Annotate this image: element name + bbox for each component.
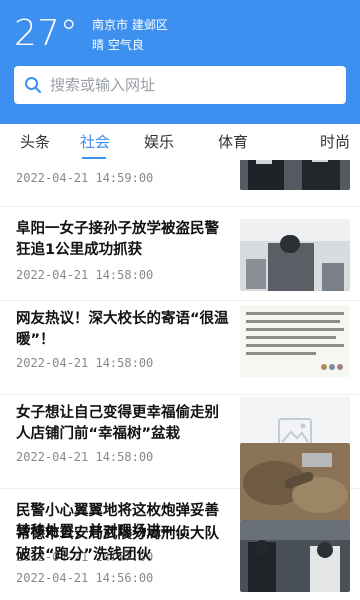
news-time: 2022-04-21 14:58:00 bbox=[16, 268, 154, 282]
news-title: 阜阳一女子接孙子放学被盗民警狂追1公里成功抓获 bbox=[16, 221, 219, 258]
search-placeholder[interactable]: 搜索或输入网址 bbox=[50, 75, 155, 95]
news-item[interactable]: 网友热议！深大校长的寄语“很温暖”！ 2022-04-21 14:58:00 bbox=[0, 301, 360, 395]
news-time: 2022-04-21 14:59:00 bbox=[16, 171, 154, 185]
tab-society[interactable]: 社会 bbox=[80, 132, 110, 152]
location-label[interactable]: 南京市 建邺区 bbox=[92, 17, 168, 33]
weather-header: 27° 南京市 建邺区 晴 空气良 搜索或输入网址 bbox=[0, 0, 360, 124]
tab-entertainment[interactable]: 娱乐 bbox=[144, 132, 174, 152]
news-item[interactable]: 常德市公安局武陵分局刑侦大队破获“跑分”洗钱团伙 2022-04-21 14:5… bbox=[0, 516, 360, 600]
tab-fashion[interactable]: 时尚 bbox=[320, 132, 350, 152]
tab-sports[interactable]: 体育 bbox=[218, 132, 248, 152]
courtroom-photo[interactable] bbox=[240, 219, 350, 291]
news-time: 2022-04-21 14:58:00 bbox=[16, 356, 154, 370]
shell-excavation-photo[interactable] bbox=[240, 443, 350, 521]
news-time: 2022-04-21 14:58:00 bbox=[16, 450, 154, 464]
news-title: 常德市公安局武陵分局刑侦大队破获“跑分”洗钱团伙 bbox=[16, 526, 219, 563]
temperature: 27° bbox=[14, 13, 78, 54]
news-title: 网友热议！深大校长的寄语“很温暖”！ bbox=[16, 311, 229, 348]
news-item[interactable]: 阜阳一女子接孙子放学被盗民警狂追1公里成功抓获 2022-04-21 14:58… bbox=[0, 207, 360, 301]
interrogation-photo[interactable] bbox=[240, 520, 350, 592]
weather-summary: 晴 空气良 bbox=[92, 38, 144, 52]
tab-headlines[interactable]: 头条 bbox=[20, 132, 50, 152]
news-title bbox=[16, 160, 230, 164]
category-tabs: 头条 社会 娱乐 体育 时尚 bbox=[0, 124, 360, 160]
search-icon bbox=[25, 77, 42, 94]
search-bar[interactable]: 搜索或输入网址 bbox=[14, 66, 346, 104]
news-title: 女子想让自己变得更幸福偷走别人店铺门前“幸福树”盆栽 bbox=[16, 405, 219, 442]
news-time: 2022-04-21 14:56:00 bbox=[16, 571, 154, 585]
news-list[interactable]: 2022-04-21 14:59:00 阜阳一女子接孙子放学被盗民警狂追1公里成… bbox=[0, 160, 360, 600]
letter-text-image[interactable] bbox=[240, 305, 350, 377]
police-photo[interactable] bbox=[240, 160, 350, 190]
active-tab-indicator bbox=[82, 157, 106, 159]
